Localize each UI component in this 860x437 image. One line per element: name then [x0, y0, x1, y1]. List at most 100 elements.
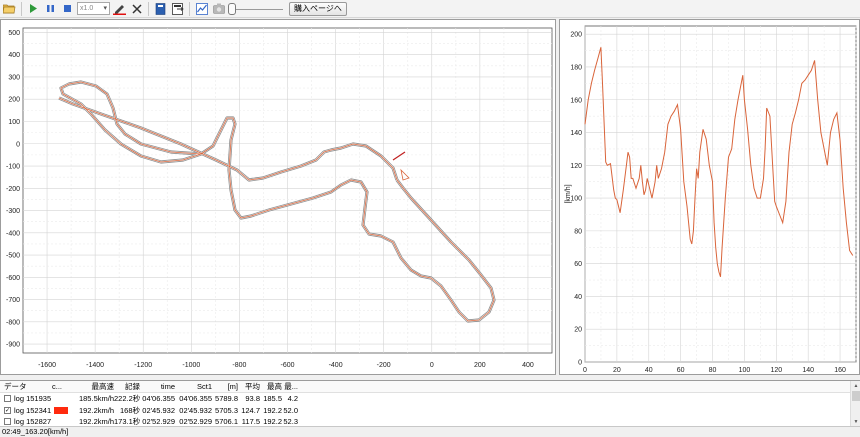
cell-m: 5705.3: [215, 405, 238, 415]
cell-max: 192.2km/h: [78, 417, 114, 426]
play-icon[interactable]: [26, 1, 41, 16]
cell-name: log 152827: [0, 417, 52, 426]
column-header-max-speed[interactable]: 最高速: [71, 381, 115, 392]
map-y-tick-label: -800: [6, 319, 20, 326]
status-bar: 02:49_163.20[km/h]: [0, 426, 860, 437]
slider-track: [232, 8, 283, 10]
map-y-tick-label: 100: [8, 119, 20, 126]
speed-y-tick-label: 60: [574, 261, 582, 268]
column-header-record[interactable]: 記録: [114, 381, 140, 392]
speed-y-tick-label: 40: [574, 294, 582, 301]
map-y-tick-label: 500: [8, 30, 20, 37]
map-x-tick-label: -400: [329, 362, 343, 369]
speed-y-tick-label: 20: [574, 327, 582, 334]
table-row[interactable]: log 152827 192.2km/h 173.1秒 02'52.929 02'52.…: [0, 416, 860, 426]
map-x-tick-label: -1000: [182, 362, 200, 369]
cell-max: 192.2km/h: [78, 405, 114, 415]
cell-rec: 222.2秒: [114, 394, 140, 404]
map-y-tick-label: -400: [6, 230, 20, 237]
column-header-time[interactable]: time: [140, 382, 175, 391]
cell-hi: 192.2: [263, 405, 282, 415]
cell-color: [52, 406, 71, 414]
map-y-tick-label: -500: [6, 253, 20, 260]
row-checkbox[interactable]: [4, 395, 11, 403]
toolbar-separator: [148, 1, 149, 16]
column-header-distance[interactable]: [m]: [212, 382, 238, 391]
playback-position-slider[interactable]: [228, 2, 283, 16]
column-header-data[interactable]: データ: [0, 381, 52, 392]
speed-y-tick-label: 200: [570, 32, 582, 39]
cell-name: log 151935: [0, 394, 52, 403]
cell-max: 185.5km/h: [78, 394, 114, 404]
speed-y-tick-label: 160: [570, 97, 582, 104]
chevron-down-icon: ▾: [103, 5, 107, 12]
open-folder-icon[interactable]: [2, 1, 17, 16]
cell-name: ✓ log 152341: [0, 406, 52, 415]
map-y-tick-label: 200: [8, 97, 20, 104]
cell-m: 5789.8: [215, 394, 238, 404]
cell-time: 04'06.355: [142, 394, 175, 404]
cell-sct1: 04'06.355: [179, 394, 212, 404]
table-header-row: データ c... 最高速 記録 time Sct1 [m] 平均 最高 最...: [0, 381, 860, 393]
table-row[interactable]: ✓ log 152341 192.2km/h 168秒 02'45.932 02'45.9…: [0, 405, 860, 417]
cell-lo: 52.3: [283, 417, 298, 426]
map-x-tick-label: -1400: [86, 362, 104, 369]
cell-sct1: 02'45.932: [179, 405, 212, 415]
column-header-sct1[interactable]: Sct1: [175, 382, 212, 391]
pause-icon[interactable]: [43, 1, 58, 16]
map-y-tick-label: -300: [6, 208, 20, 215]
table-row[interactable]: log 151935 185.5km/h 222.2秒 04'06.355 04'06.…: [0, 393, 860, 405]
map-y-tick-label: 0: [16, 141, 20, 148]
column-header-average[interactable]: 平均: [238, 381, 260, 392]
table-body: log 151935 185.5km/h 222.2秒 04'06.355 04'06.…: [0, 393, 860, 426]
map-y-tick-label: -900: [6, 342, 20, 349]
pen-icon[interactable]: [112, 1, 127, 16]
map-x-tick-label: -1600: [38, 362, 56, 369]
row-name: log 152827: [14, 417, 52, 426]
map-x-tick-label: -800: [232, 362, 246, 369]
cell-avg: 124.7: [241, 405, 260, 415]
column-header-highest[interactable]: 最高: [260, 381, 282, 392]
buy-page-button[interactable]: 購入ページへ: [289, 1, 347, 16]
map-x-tick-label: 0: [430, 362, 434, 369]
row-checkbox[interactable]: ✓: [4, 406, 11, 414]
speed-y-tick-label: 80: [574, 228, 582, 235]
table-scrollbar[interactable]: ▲ ▼: [850, 381, 860, 426]
column-header-color[interactable]: c...: [52, 382, 71, 391]
playback-speed-select[interactable]: x1.0 ▾: [77, 2, 110, 15]
cell-avg: 117.5: [241, 417, 260, 426]
scroll-up-icon[interactable]: ▲: [852, 382, 860, 390]
book-icon[interactable]: [153, 1, 168, 16]
map-y-tick-label: -600: [6, 275, 20, 282]
row-checkbox[interactable]: [4, 418, 11, 426]
scroll-down-icon[interactable]: ▼: [852, 418, 860, 426]
camera-icon[interactable]: [211, 1, 226, 16]
speed-chart-panel: 0 20 40 60 80 100 120 140 160 200 180 160 140 120 100 8…: [559, 19, 860, 375]
speed-x-tick-label: 140: [802, 367, 814, 374]
map-y-tick-label: -700: [6, 297, 20, 304]
map-x-tick-label: -200: [377, 362, 391, 369]
map-x-tick-label: 400: [522, 362, 534, 369]
close-icon[interactable]: [129, 1, 144, 16]
slider-thumb[interactable]: [228, 2, 236, 15]
speed-y-tick-label: 100: [570, 196, 582, 203]
cell-rec: 173.1秒: [114, 417, 140, 426]
speed-y-tick-label: 180: [570, 64, 582, 71]
color-swatch[interactable]: [54, 406, 68, 414]
map-y-tick-label: 400: [8, 52, 20, 59]
cell-rec: 168秒: [119, 405, 140, 415]
scroll-thumb[interactable]: [852, 391, 860, 401]
cell-hi: 185.5: [263, 394, 282, 404]
export-icon[interactable]: [170, 1, 185, 16]
map-x-tick-label: -1200: [134, 362, 152, 369]
toolbar-separator: [189, 1, 190, 16]
column-header-lowest[interactable]: 最...: [282, 381, 298, 392]
speed-y-tick-label: 0: [578, 360, 582, 367]
cell-hi: 192.2: [263, 417, 282, 426]
speed-x-tick-label: 0: [583, 367, 587, 374]
cell-lo: 4.2: [287, 394, 298, 404]
stop-icon[interactable]: [60, 1, 75, 16]
speed-x-tick-label: 40: [645, 367, 653, 374]
chart-icon[interactable]: [194, 1, 209, 16]
track-map[interactable]: -1600 -1400 -1200 -1000 -800 -600 -400 -200 0 200…: [1, 20, 555, 374]
